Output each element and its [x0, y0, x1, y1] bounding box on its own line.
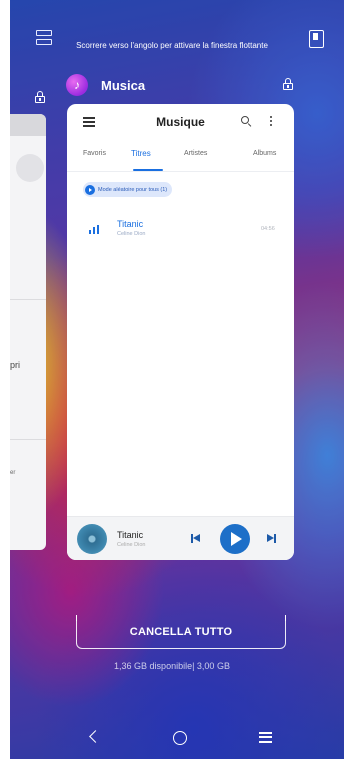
app-name: Musica: [101, 77, 146, 93]
play-button[interactable]: [220, 524, 250, 554]
now-playing-icon: [89, 225, 100, 234]
play-icon: [85, 184, 95, 195]
shuffle-all-button[interactable]: Mode aléatoire pour tous (1): [83, 182, 173, 197]
music-note-icon: ♪: [66, 74, 88, 96]
shuffle-all-label: Mode aléatoire pour tous (1): [98, 186, 168, 193]
previous-card-text: pri: [10, 360, 21, 370]
previous-card-avatar: [16, 154, 44, 182]
page-title: Musique: [156, 115, 205, 129]
lock-icon[interactable]: [283, 78, 293, 90]
app-toolbar: Musique: [67, 104, 294, 140]
song-duration: 04:56: [261, 226, 275, 232]
recents-icon[interactable]: [259, 732, 272, 743]
list-item[interactable]: Titanic Celine Dion 04:56: [67, 216, 294, 242]
player-song-artist: Celine Dion: [117, 542, 146, 548]
lock-icon[interactable]: [35, 91, 45, 103]
player-song-title: Titanic: [117, 530, 144, 540]
clear-all-button[interactable]: CANCELLA TUTTO: [75, 615, 287, 649]
song-artist: Celine Dion: [117, 231, 146, 237]
previous-card-header: [10, 114, 46, 136]
split-screen-icon[interactable]: [36, 30, 54, 48]
previous-card-text: er: [10, 470, 16, 476]
divider: [67, 171, 294, 172]
song-title: Titanic: [117, 219, 144, 229]
mini-player[interactable]: Titanic Celine Dion: [67, 516, 294, 560]
memory-status: 1,36 GB disponibile| 3,00 GB: [114, 661, 230, 671]
tab-favoris[interactable]: Favoris: [83, 150, 106, 157]
app-card-header[interactable]: ♪ Musica: [66, 72, 145, 98]
home-icon[interactable]: [173, 731, 187, 745]
album-art: [77, 524, 107, 554]
floating-window-icon[interactable]: [309, 30, 324, 48]
divider: [10, 439, 46, 440]
tab-artistes[interactable]: Artistes: [184, 150, 207, 157]
skip-previous-icon[interactable]: [191, 534, 201, 543]
divider: [10, 299, 46, 300]
previous-app-card[interactable]: pri er: [10, 114, 46, 550]
tab-bar: Favoris Titres Artistes Albums: [67, 149, 294, 171]
navigation-bar: [0, 724, 344, 752]
tab-titres[interactable]: Titres: [131, 149, 151, 158]
music-app-card[interactable]: Musique Favoris Titres Artistes Albums M…: [67, 104, 294, 560]
back-icon[interactable]: [89, 730, 102, 743]
search-icon[interactable]: [241, 116, 252, 128]
tab-albums[interactable]: Albums: [253, 150, 276, 157]
skip-next-icon[interactable]: [267, 534, 277, 543]
more-options-icon[interactable]: [270, 116, 273, 127]
